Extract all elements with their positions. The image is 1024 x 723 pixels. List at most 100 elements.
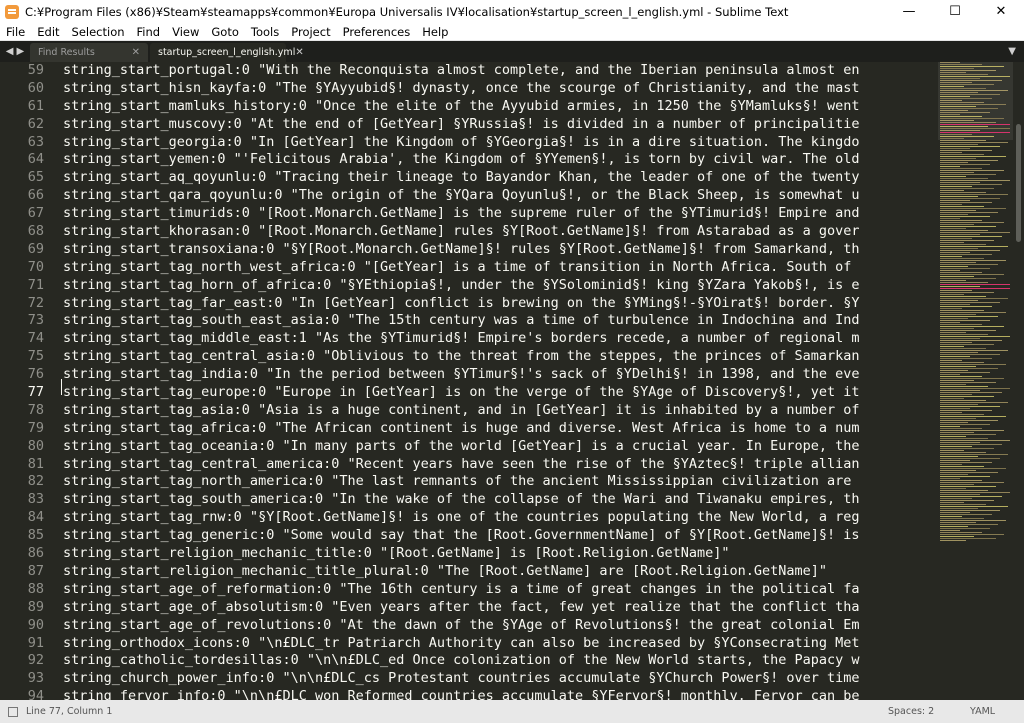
minimap-line [940, 446, 972, 447]
code-line[interactable]: string_start_tag_south_america:0 "In the… [52, 491, 938, 509]
minimap-line [940, 448, 994, 449]
minimap-line [940, 290, 972, 291]
code-line[interactable]: string_start_muscovy:0 "At the end of [G… [52, 116, 938, 134]
code-line[interactable]: string_start_tag_asia:0 "Asia is a huge … [52, 402, 938, 420]
panel-switcher-icon[interactable] [8, 706, 18, 717]
minimap-line [940, 428, 982, 429]
code-line[interactable]: string_start_timurids:0 "[Root.Monarch.G… [52, 205, 938, 223]
minimap-line [940, 476, 990, 477]
minimap-line [940, 420, 998, 421]
menu-selection[interactable]: Selection [66, 25, 131, 39]
code-line[interactable]: string_start_age_of_revolutions:0 "At th… [52, 617, 938, 635]
minimap-line [940, 356, 970, 357]
scrollbar-thumb[interactable] [1016, 124, 1021, 242]
code-line[interactable]: string_start_tag_central_asia:0 "Oblivio… [52, 348, 938, 366]
code-line[interactable]: string_fervor_info:0 "\n\n£DLC_won Refor… [52, 688, 938, 700]
indentation-setting[interactable]: Spaces: 2 [888, 706, 934, 717]
code-line[interactable]: string_start_religion_mechanic_title:0 "… [52, 545, 938, 563]
maximize-button[interactable]: ☐ [932, 0, 978, 23]
menu-file[interactable]: File [0, 25, 31, 39]
tab-overflow-chevron-down-icon[interactable]: ▼ [1008, 46, 1016, 57]
minimap-line [940, 216, 990, 217]
minimap-line [940, 336, 1010, 337]
menu-preferences[interactable]: Preferences [337, 25, 417, 39]
menu-goto[interactable]: Goto [205, 25, 245, 39]
code-line[interactable]: string_start_tag_africa:0 "The African c… [52, 420, 938, 438]
minimap-line [940, 470, 976, 471]
line-number: 62 [27, 115, 44, 132]
syntax-selector[interactable]: YAML [970, 706, 995, 717]
code-line[interactable]: string_start_tag_india:0 "In the period … [52, 366, 938, 384]
code-line[interactable]: string_start_tag_oceania:0 "In many part… [52, 438, 938, 456]
minimize-button[interactable]: — [886, 0, 932, 23]
minimap-line [940, 174, 996, 175]
code-line[interactable]: string_start_tag_rnw:0 "§Y[Root.GetName]… [52, 509, 938, 527]
code-line[interactable]: string_start_aq_qoyunlu:0 "Tracing their… [52, 169, 938, 187]
sublime-text-app-icon [5, 4, 19, 19]
code-line[interactable]: string_start_tag_europe:0 "Europe in [Ge… [52, 384, 938, 402]
minimap-line [940, 530, 960, 531]
minimap-line [940, 90, 1008, 91]
menu-help[interactable]: Help [416, 25, 454, 39]
menu-edit[interactable]: Edit [31, 25, 65, 39]
code-line[interactable]: string_start_tag_middle_east:1 "As the §… [52, 330, 938, 348]
minimap-line [940, 488, 966, 489]
minimap-line [940, 196, 978, 197]
code-line[interactable]: string_start_age_of_reformation:0 "The 1… [52, 581, 938, 599]
code-line[interactable]: string_start_tag_south_east_asia:0 "The … [52, 312, 938, 330]
code-line[interactable]: string_orthodox_icons:0 "\n£DLC_tr Patri… [52, 635, 938, 653]
code-line[interactable]: string_catholic_tordesillas:0 "\n\n£DLC_… [52, 652, 938, 670]
code-line[interactable]: string_start_portugal:0 "With the Reconq… [52, 62, 938, 80]
menu-find[interactable]: Find [131, 25, 167, 39]
minimap-line [940, 538, 996, 539]
code-line[interactable]: string_start_qara_qoyunlu:0 "The origin … [52, 187, 938, 205]
line-number: 61 [27, 97, 44, 114]
close-icon[interactable]: ✕ [132, 47, 140, 58]
minimap-line [940, 310, 984, 311]
code-editor[interactable]: string_start_portugal:0 "With the Reconq… [52, 62, 938, 700]
code-line[interactable]: string_start_religion_mechanic_title_plu… [52, 563, 938, 581]
code-line[interactable]: string_church_power_info:0 "\n\n£DLC_cs … [52, 670, 938, 688]
minimap-line [940, 260, 1006, 261]
tab-find-results[interactable]: Find Results ✕ [30, 43, 148, 62]
tab-next-icon[interactable]: ▶ [17, 46, 25, 57]
code-line[interactable]: string_start_khorasan:0 "[Root.Monarch.G… [52, 223, 938, 241]
minimap-line [940, 86, 964, 87]
minimap-line [940, 168, 982, 169]
line-number: 72 [27, 294, 44, 311]
code-line[interactable]: string_start_tag_generic:0 "Some would s… [52, 527, 938, 545]
code-line[interactable]: string_start_tag_central_america:0 "Rece… [52, 456, 938, 474]
minimap-line [940, 370, 968, 371]
minimap-line [940, 230, 988, 231]
minimap[interactable] [938, 62, 1013, 700]
menu-view[interactable]: View [166, 25, 205, 39]
minimap-line [940, 228, 966, 229]
menu-project[interactable]: Project [285, 25, 336, 39]
menu-tools[interactable]: Tools [245, 25, 285, 39]
tab-startup-screen[interactable]: startup_screen_l_english.yml ✕ [150, 43, 304, 62]
code-line[interactable]: string_start_mamluks_history:0 "Once the… [52, 98, 938, 116]
minimap-line [940, 392, 1002, 393]
code-line[interactable]: string_start_tag_horn_of_africa:0 "§YEth… [52, 277, 938, 295]
code-line[interactable]: string_start_georgia:0 "In [GetYear] the… [52, 134, 938, 152]
close-icon[interactable]: ✕ [295, 47, 303, 58]
vertical-scrollbar[interactable] [1013, 62, 1024, 700]
tab-prev-icon[interactable]: ◀ [6, 46, 14, 57]
minimap-line [940, 340, 1002, 341]
code-line[interactable]: string_start_hisn_kayfa:0 "The §YAyyubid… [52, 80, 938, 98]
code-line[interactable]: string_start_age_of_absolutism:0 "Even y… [52, 599, 938, 617]
status-bar: Line 77, Column 1 Spaces: 2 YAML [0, 700, 1024, 723]
minimap-line [940, 326, 1004, 327]
close-button[interactable]: ✕ [978, 0, 1024, 23]
code-line[interactable]: string_start_yemen:0 "'Felicitous Arabia… [52, 151, 938, 169]
code-line[interactable]: string_start_tag_far_east:0 "In [GetYear… [52, 295, 938, 313]
minimap-highlight [940, 284, 1010, 285]
code-line[interactable]: string_start_tag_north_west_africa:0 "[G… [52, 259, 938, 277]
line-number: 89 [27, 598, 44, 615]
minimap-line [940, 206, 984, 207]
line-number-gutter: 59 60 61 62 63 64 65 66 67 68 69 70 71 72 73 74 75 76 77 78… [0, 62, 52, 700]
code-line[interactable]: string_start_tag_north_america:0 "The la… [52, 473, 938, 491]
code-line[interactable]: string_start_transoxiana:0 "§Y[Root.Mona… [52, 241, 938, 259]
line-number: 86 [27, 545, 44, 562]
minimap-line [940, 176, 966, 177]
